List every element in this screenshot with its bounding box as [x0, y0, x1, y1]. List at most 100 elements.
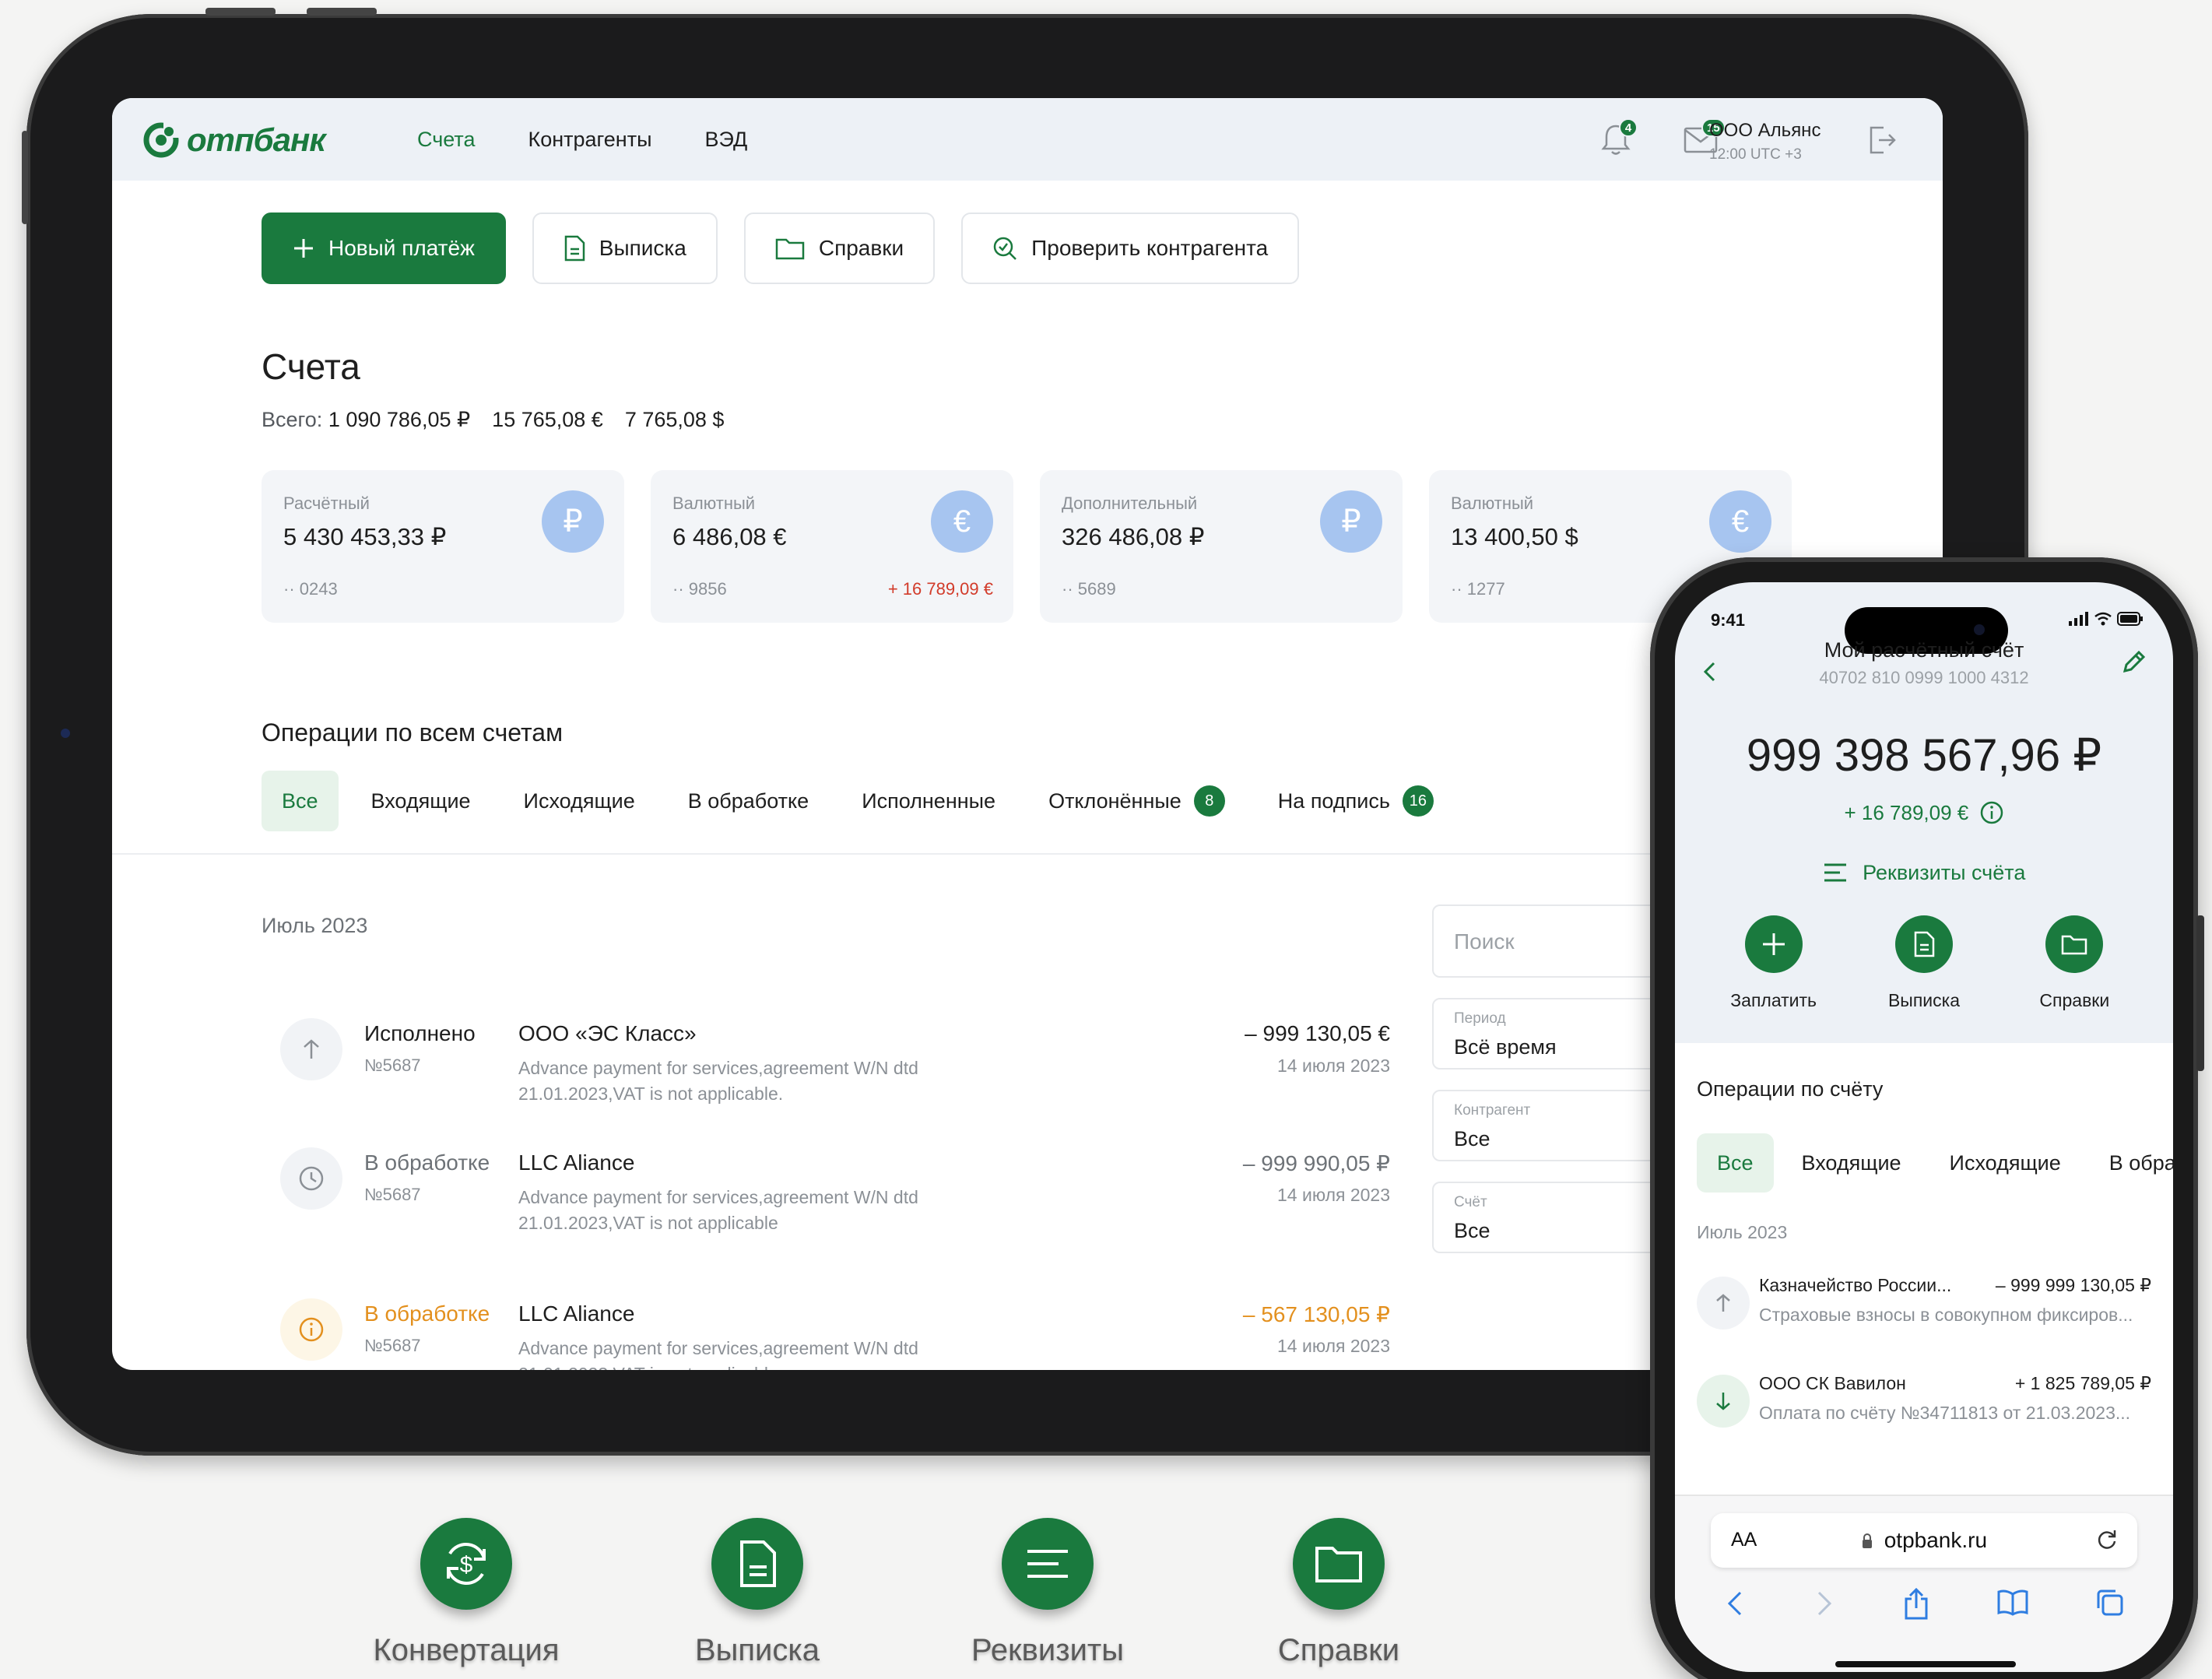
tab-label: В обработке	[687, 789, 809, 813]
pay-button[interactable]: Заплатить	[1700, 915, 1848, 1011]
browser-toolbar	[1675, 1588, 2173, 1621]
account-details-link[interactable]: Реквизиты счёта	[1675, 861, 2173, 885]
tab-outgoing[interactable]: Исходящие	[1929, 1133, 2081, 1193]
otp-logo[interactable]: отпбанк	[143, 121, 326, 159]
operation-row[interactable]: В обработке №5687 LLC Aliance Advance pa…	[262, 1135, 1390, 1252]
operation-amount: + 1 825 789,05 ₽	[2014, 1373, 2151, 1393]
info-icon[interactable]	[1979, 800, 2004, 825]
operation-status: В обработке	[364, 1150, 490, 1175]
ruble-icon: ₽	[1320, 490, 1382, 553]
folder-icon	[2045, 915, 2104, 973]
folder-icon	[1293, 1518, 1385, 1610]
tab-processing[interactable]: В обработке	[668, 771, 829, 831]
conversion-label: Конвертация	[373, 1633, 560, 1667]
warning-status	[280, 1298, 342, 1361]
forward-icon[interactable]	[1813, 1588, 1836, 1619]
account-number: ·· 1277	[1451, 579, 1505, 599]
operation-description: Страховые взносы в совокупном фиксиров..…	[1759, 1305, 2133, 1325]
notifications-badge: 4	[1619, 118, 1638, 137]
nav-accounts[interactable]: Счета	[417, 128, 475, 152]
total-rub: 1 090 786,05 ₽	[328, 408, 471, 431]
mobile-certificates-button[interactable]: Справки	[2000, 915, 2148, 1011]
list-item[interactable]: Казначейство России... – 999 999 130,05 …	[1697, 1275, 2151, 1368]
operation-amount: – 999 130,05 €	[1245, 1021, 1390, 1045]
share-icon[interactable]	[1902, 1588, 1930, 1621]
nav-counterparties[interactable]: Контрагенты	[528, 128, 651, 152]
month-header: Июль 2023	[262, 914, 368, 937]
total-eur: 15 765,08 €	[492, 408, 603, 431]
tab-outgoing[interactable]: Исходящие	[504, 771, 655, 831]
tab-incoming[interactable]: Входящие	[351, 771, 491, 831]
address-bar[interactable]: AA otpbank.ru	[1711, 1513, 2137, 1568]
new-payment-button[interactable]: Новый платёж	[262, 213, 506, 284]
nav-ved[interactable]: ВЭД	[704, 128, 747, 152]
account-card[interactable]: Валютный 6 486,08 € ·· 9856 + 16 789,09 …	[651, 470, 1013, 623]
statement-button[interactable]: Выписка	[532, 213, 718, 284]
document-icon	[1894, 915, 1953, 973]
account-title: Мой расчётный счёт	[1824, 638, 2024, 662]
tab-all[interactable]: Все	[1697, 1133, 1774, 1193]
mobile-actions: Заплатить Выписка Справки	[1675, 915, 2173, 1011]
account-amount: 5 430 453,33 ₽	[283, 523, 447, 550]
operation-amount: – 567 130,05 ₽	[1242, 1302, 1390, 1326]
account-change: + 16 789,09 €	[887, 579, 993, 599]
mobile-statement-button[interactable]: Выписка	[1850, 915, 1998, 1011]
account-type: Валютный	[672, 494, 756, 513]
bookmarks-icon[interactable]	[1996, 1588, 2029, 1616]
status-icons	[2069, 612, 2144, 626]
conversion-feature: $ Конвертация	[357, 1518, 575, 1668]
certificates-button[interactable]: Справки	[743, 213, 936, 284]
conversion-icon: $	[420, 1518, 512, 1610]
accounts-title: Счета	[262, 346, 360, 387]
account-card[interactable]: Дополнительный 326 486,08 ₽ ·· 5689 ₽	[1040, 470, 1403, 623]
account-card[interactable]: Расчётный 5 430 453,33 ₽ ·· 0243 ₽	[262, 470, 624, 623]
operation-date: 14 июля 2023	[1277, 1336, 1390, 1356]
tablet-side-button	[22, 131, 28, 224]
operation-counterparty: LLC Aliance	[518, 1301, 635, 1326]
tab-to-sign[interactable]: На подпись 16	[1258, 771, 1454, 831]
tab-processing[interactable]: В обработке	[2089, 1133, 2173, 1193]
list-item[interactable]: ООО СК Вавилон + 1 825 789,05 ₽ Оплата п…	[1697, 1373, 2151, 1466]
tab-label: Все	[282, 789, 318, 813]
tab-label: Исполненные	[862, 789, 996, 813]
statement-feature-label: Выписка	[694, 1633, 820, 1667]
operation-row[interactable]: Исполнено №5687 ООО «ЭС Класс» Advance p…	[262, 1006, 1390, 1122]
processing-status	[280, 1147, 342, 1210]
certificates-feature: Справки	[1230, 1518, 1448, 1668]
account-type: Дополнительный	[1062, 494, 1198, 513]
reload-icon	[2098, 1530, 2116, 1549]
operation-number: №5687	[364, 1185, 421, 1204]
tab-incoming[interactable]: Входящие	[1782, 1133, 1922, 1193]
logout-button[interactable]	[1866, 125, 1898, 160]
tabs-icon[interactable]	[2095, 1588, 2125, 1618]
logout-icon	[1870, 126, 1896, 154]
tab-completed[interactable]: Исполненные	[841, 771, 1016, 831]
account-amount: 13 400,50 $	[1451, 523, 1578, 550]
edit-button[interactable]	[2120, 649, 2147, 680]
action-bar: Новый платёж Выписка Справки Проверить к…	[262, 213, 1300, 284]
account-number: 40702 810 0999 1000 4312	[1819, 668, 2029, 687]
organization-switcher[interactable]: ООО Альянс 12:00 UTC +3	[1709, 120, 1821, 163]
new-payment-label: Новый платёж	[328, 236, 475, 260]
back-icon[interactable]	[1723, 1588, 1747, 1619]
tab-all[interactable]: Все	[262, 771, 339, 831]
reload-button[interactable]	[2095, 1527, 2119, 1554]
operations-title: Операции по всем счетам	[262, 718, 564, 746]
field-label: Контрагент	[1454, 1102, 1531, 1119]
euro-icon: €	[931, 490, 993, 553]
operation-date: 14 июля 2023	[1277, 1056, 1390, 1076]
tab-label: На подпись	[1277, 789, 1390, 813]
tab-rejected[interactable]: Отклонённые 8	[1028, 771, 1245, 831]
account-number: ·· 9856	[672, 579, 727, 599]
account-number: ·· 5689	[1062, 579, 1116, 599]
phone-side-button	[2196, 915, 2204, 1071]
org-name: ООО Альянс	[1709, 120, 1821, 141]
total-usd: 7 765,08 $	[624, 408, 725, 431]
operation-name: Казначейство России...	[1759, 1275, 1952, 1295]
operation-row[interactable]: В обработке №5687 LLC Aliance Advance pa…	[262, 1286, 1390, 1370]
account-balance: 999 398 567,96 ₽	[1746, 730, 2102, 781]
statement-label: Выписка	[599, 236, 686, 260]
check-counterparty-button[interactable]: Проверить контрагента	[961, 213, 1300, 284]
notifications-button[interactable]: 4	[1599, 118, 1638, 161]
totals-label: Всего:	[262, 408, 323, 431]
